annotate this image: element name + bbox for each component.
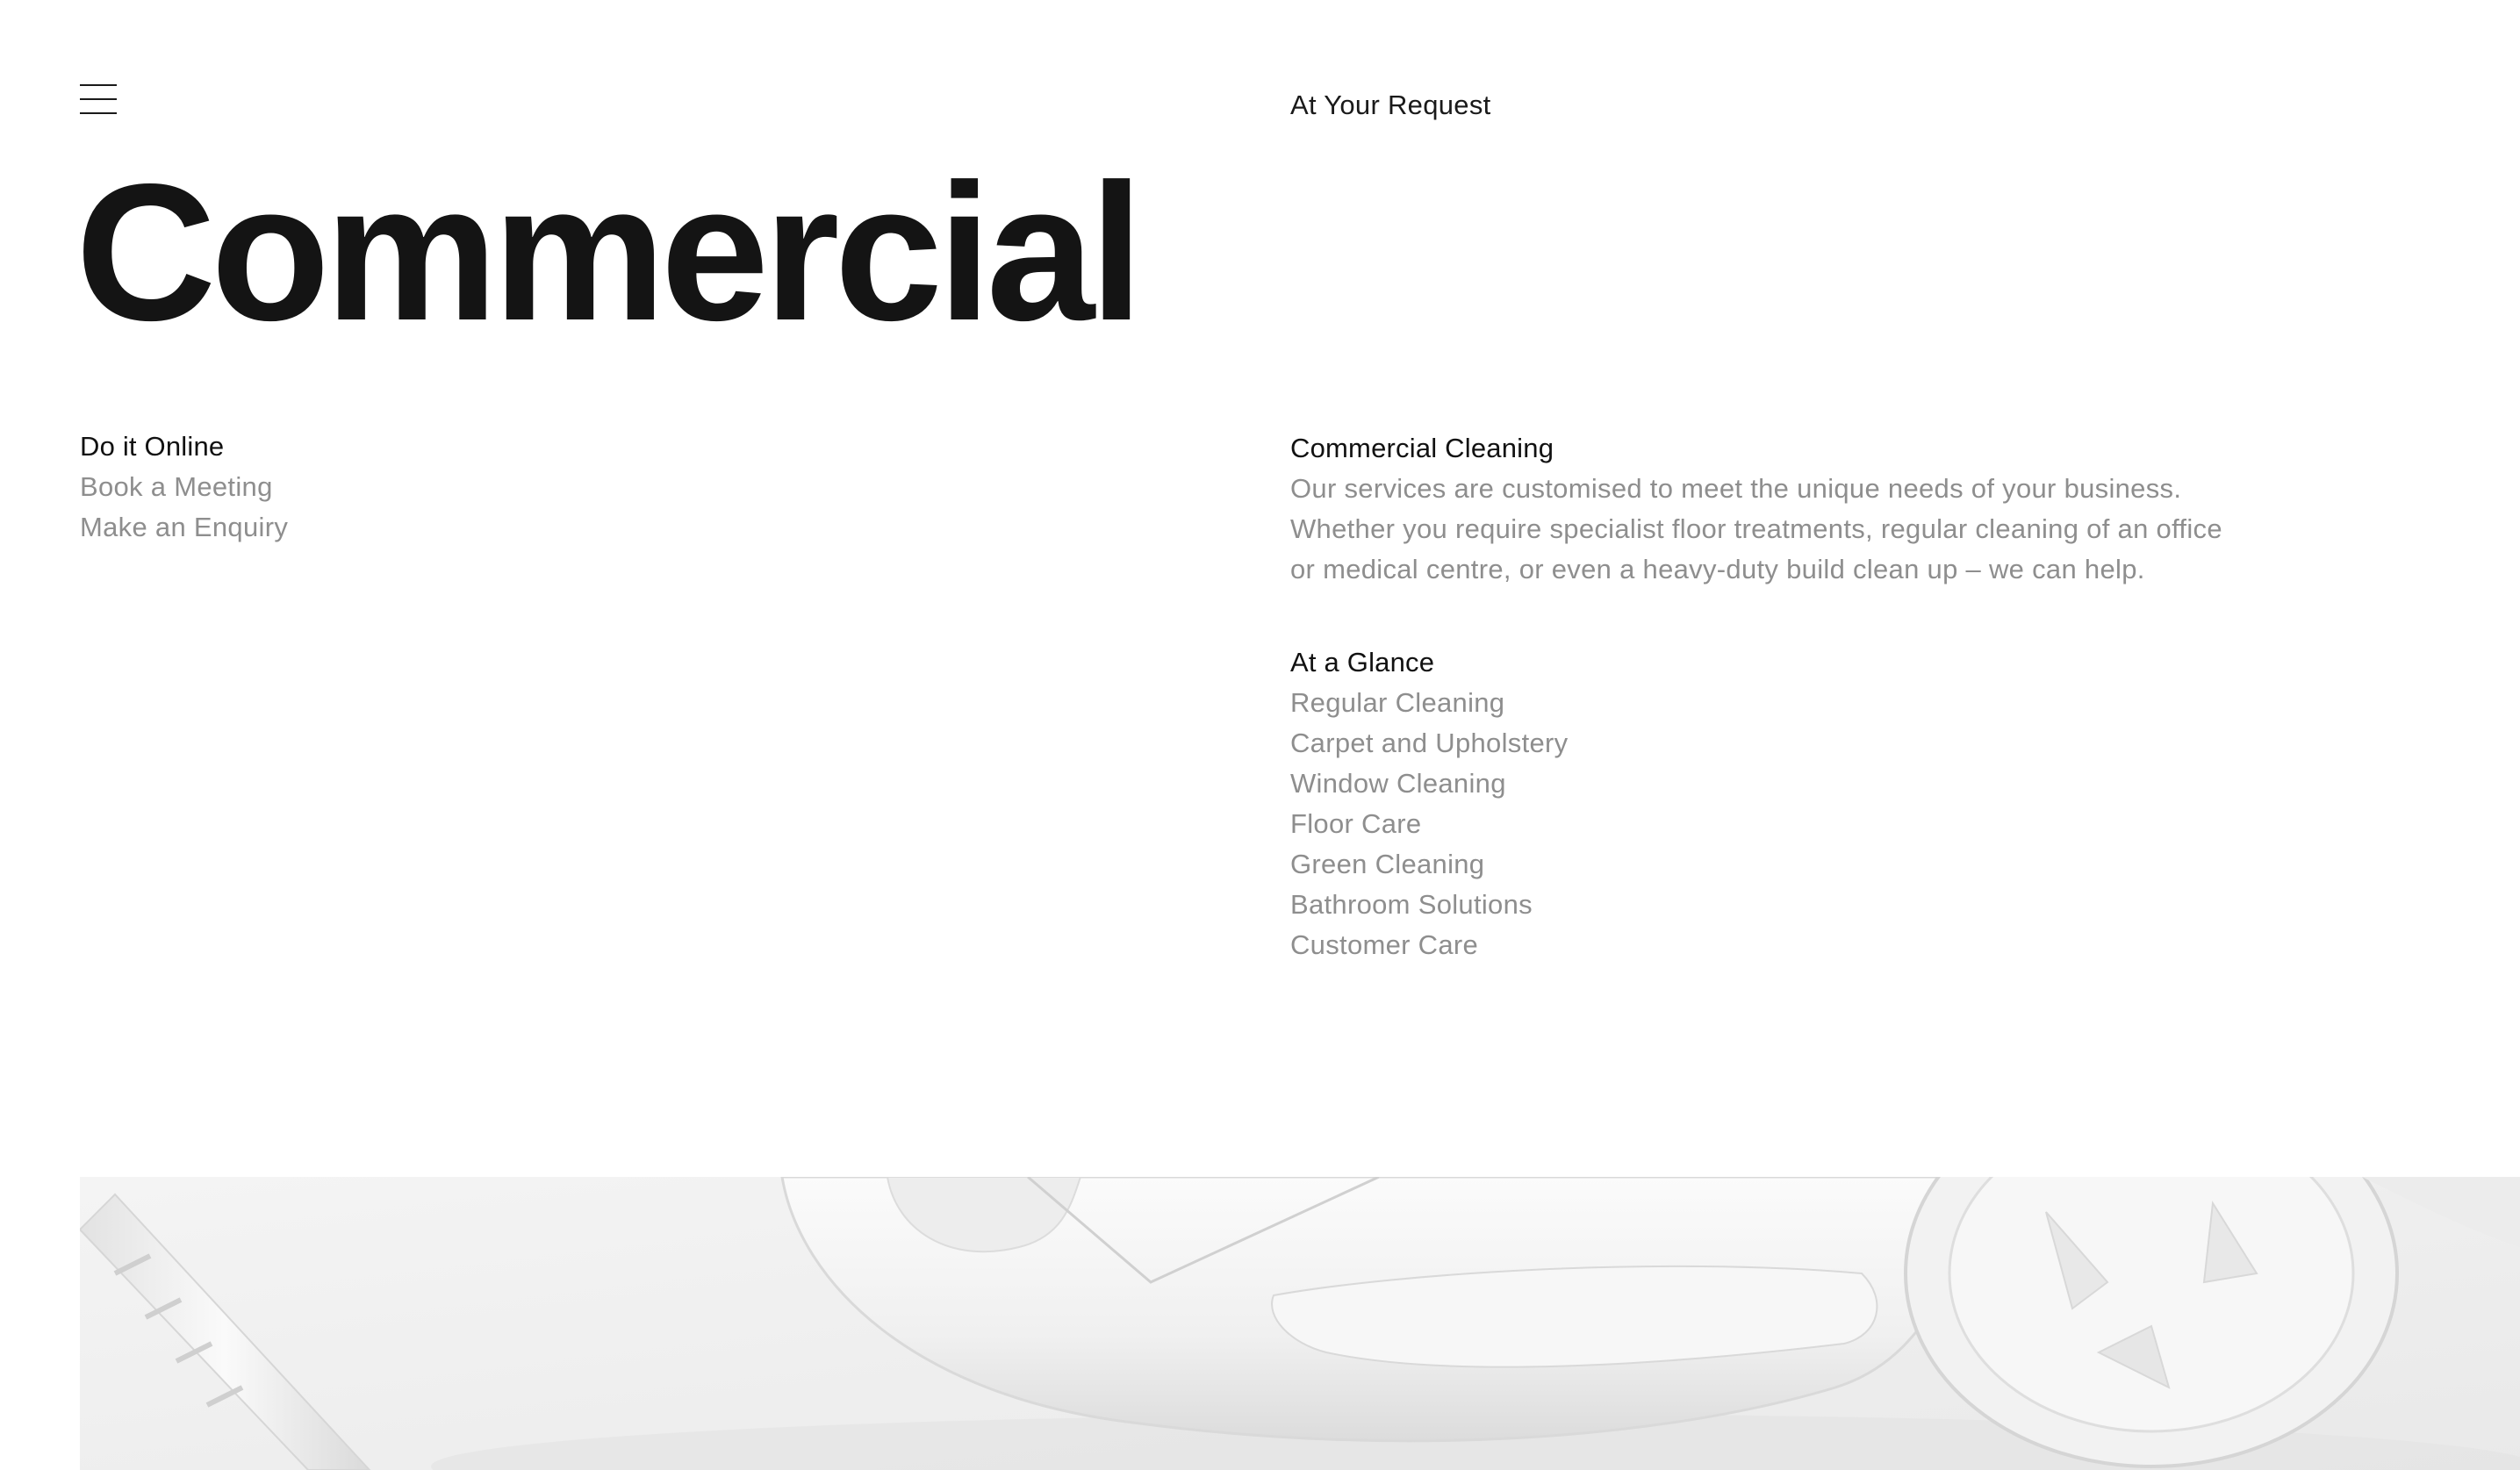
list-item: Floor Care — [1290, 808, 1422, 839]
list-item: Regular Cleaning — [1290, 687, 1505, 718]
list-item: Bathroom Solutions — [1290, 889, 1533, 920]
vacuum-cleaner-image — [80, 1177, 2520, 1470]
list-item: Customer Care — [1290, 929, 1479, 960]
at-a-glance-heading: At a Glance — [1290, 647, 1435, 678]
glance-list: Regular Cleaning Carpet and Upholstery W… — [1290, 683, 2273, 965]
do-it-online-heading: Do it Online — [80, 431, 225, 462]
book-a-meeting-link[interactable]: Book a Meeting — [80, 467, 870, 507]
at-your-request-link[interactable]: At Your Request — [1290, 88, 1491, 123]
at-a-glance-section: At a Glance Regular Cleaning Carpet and … — [1290, 642, 2273, 965]
hamburger-menu-icon[interactable] — [80, 82, 117, 119]
commercial-cleaning-heading: Commercial Cleaning — [1290, 433, 1554, 463]
make-an-enquiry-link[interactable]: Make an Enquiry — [80, 507, 870, 548]
list-item: Green Cleaning — [1290, 849, 1485, 879]
online-links: Book a Meeting Make an Enquiry — [80, 467, 870, 548]
service-description: Our services are customised to meet the … — [1290, 473, 2222, 584]
service-details: Commercial Cleaning Our services are cus… — [1290, 428, 2273, 965]
list-item: Window Cleaning — [1290, 768, 1506, 799]
page-title: Commercial — [75, 144, 1144, 362]
do-it-online-section: Do it Online Book a Meeting Make an Enqu… — [80, 427, 870, 548]
list-item: Carpet and Upholstery — [1290, 728, 1569, 758]
